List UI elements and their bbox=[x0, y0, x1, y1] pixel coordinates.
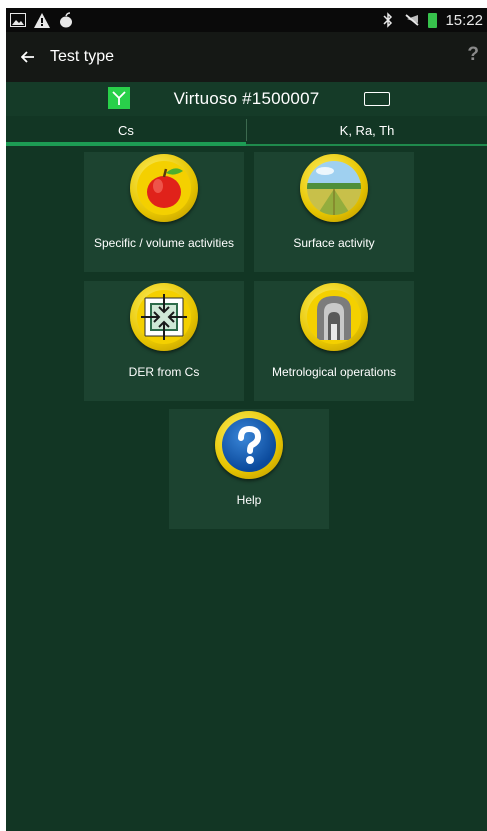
tile-label: Metrological operations bbox=[271, 365, 397, 379]
tile-der-from-cs[interactable]: DER from Cs bbox=[84, 281, 244, 401]
tab-k-ra-th[interactable]: K, Ra, Th bbox=[247, 116, 487, 144]
apple-notification-icon bbox=[58, 12, 74, 28]
field-icon bbox=[300, 154, 368, 222]
status-right: 15:22 bbox=[380, 12, 483, 29]
battery-icon bbox=[428, 12, 438, 28]
page-title: Test type bbox=[50, 48, 115, 65]
device-bar: Virtuoso #1500007 bbox=[6, 82, 487, 116]
status-left bbox=[10, 12, 74, 28]
tile-metrological-operations[interactable]: Metrological operations bbox=[254, 281, 414, 401]
help-action-button[interactable]: ? bbox=[467, 44, 479, 66]
app-screen: 15:22 Test type ? Virtuoso #1500007 Cs K… bbox=[6, 8, 487, 831]
tile-help[interactable]: Help bbox=[169, 409, 329, 529]
tile-specific-volume-activities[interactable]: Specific / volume activities bbox=[84, 152, 244, 272]
tile-label: Help bbox=[236, 493, 262, 507]
action-bar: Test type ? bbox=[6, 32, 487, 82]
status-time: 15:22 bbox=[445, 11, 483, 29]
tile-label: DER from Cs bbox=[128, 365, 200, 379]
tile-label: Surface activity bbox=[293, 236, 375, 250]
tile-label: Specific / volume activities bbox=[93, 236, 235, 250]
tab-cs[interactable]: Cs bbox=[6, 116, 246, 146]
mute-icon bbox=[404, 12, 420, 28]
device-name: Virtuoso #1500007 bbox=[173, 89, 320, 108]
help-icon bbox=[215, 411, 283, 479]
metrology-icon bbox=[300, 283, 368, 351]
tab-bar: Cs K, Ra, Th bbox=[6, 116, 487, 146]
device-battery-icon bbox=[364, 92, 390, 106]
antenna-icon bbox=[108, 87, 130, 109]
tile-surface-activity[interactable]: Surface activity bbox=[254, 152, 414, 272]
der-icon bbox=[130, 283, 198, 351]
apple-icon bbox=[130, 154, 198, 222]
back-arrow-icon[interactable] bbox=[6, 32, 50, 82]
bluetooth-icon bbox=[380, 12, 396, 28]
status-bar: 15:22 bbox=[6, 8, 487, 32]
warning-icon bbox=[34, 12, 50, 28]
image-icon bbox=[10, 12, 26, 28]
